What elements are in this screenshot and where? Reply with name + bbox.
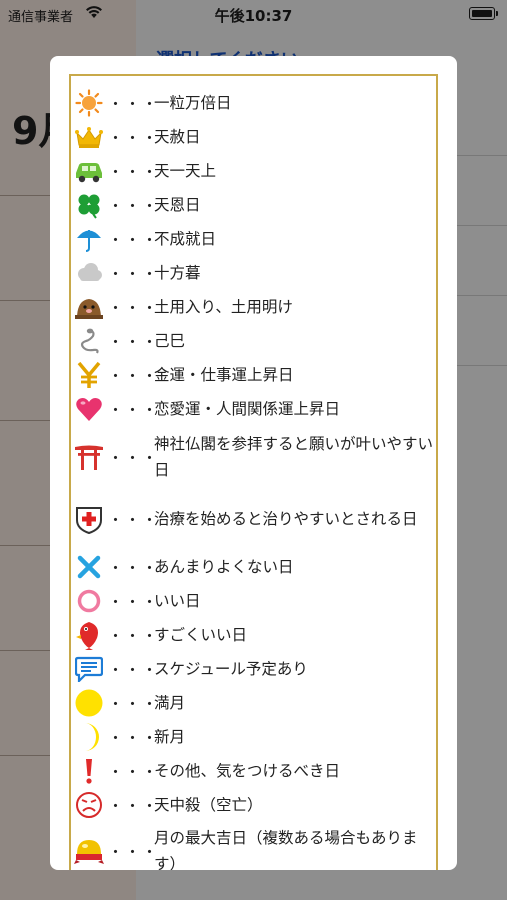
- legend-item: ・・・ あんまりよくない日: [74, 550, 444, 584]
- legend-label: 天赦日: [154, 128, 201, 146]
- legend-label: 十方暮: [154, 264, 201, 282]
- schedule-bubble-icon: [74, 654, 104, 684]
- legend-label: 満月: [154, 694, 186, 712]
- legend-list: ・・・ 一粒万倍日 ・・・ 天赦日 ・・・ 天一天上 ・・・ 天恩日 ・・・ 不…: [74, 86, 444, 870]
- legend-item: ・・・ 天赦日: [74, 120, 444, 154]
- legend-separator: ・・・: [108, 94, 160, 113]
- legend-label: 金運・仕事運上昇日: [154, 366, 294, 384]
- legend-separator: ・・・: [108, 796, 160, 815]
- legend-item: ・・・ 天一天上: [74, 154, 444, 188]
- legend-separator: ・・・: [108, 196, 160, 215]
- legend-item: ・・・ 不成就日: [74, 222, 444, 256]
- legend-separator: ・・・: [108, 298, 160, 317]
- legend-separator: ・・・: [108, 842, 160, 861]
- legend-label: 月の最大吉日（複数ある場合もあります）: [154, 829, 418, 870]
- legend-item: ・・・ 天恩日: [74, 188, 444, 222]
- crown-icon: [74, 122, 104, 152]
- legend-label: いい日: [154, 592, 201, 610]
- legend-separator: ・・・: [108, 694, 160, 713]
- legend-separator: ・・・: [108, 626, 160, 645]
- legend-label: 神社仏閣を参拝すると願いが叶いやすい日: [154, 435, 434, 479]
- legend-item: ・・・ 金運・仕事運上昇日: [74, 358, 444, 392]
- torii-icon: [74, 442, 104, 472]
- legend-label: 天一天上: [154, 162, 217, 180]
- legend-item: ・・・ 十方暮: [74, 256, 444, 290]
- legend-label: 治療を始めると治りやすいとされる日: [154, 510, 418, 528]
- car-icon: [74, 156, 104, 186]
- clover-icon: [74, 190, 104, 220]
- legend-item: ・・・ スケジュール予定あり: [74, 652, 444, 686]
- legend-label: 己巳: [154, 332, 186, 350]
- mole-icon: [74, 292, 104, 322]
- legend-separator: ・・・: [108, 162, 160, 181]
- legend-label: すごくいい日: [154, 626, 248, 644]
- legend-label: 天中殺（空亡）: [154, 796, 263, 814]
- legend-separator: ・・・: [108, 510, 160, 529]
- yen-icon: [74, 360, 104, 390]
- gold-bar-icon: [74, 836, 104, 866]
- circle-icon: [74, 586, 104, 616]
- legend-separator: ・・・: [108, 332, 160, 351]
- legend-separator: ・・・: [108, 660, 160, 679]
- full-moon-icon: [74, 688, 104, 718]
- legend-label: 新月: [154, 728, 186, 746]
- legend-separator: ・・・: [108, 230, 160, 249]
- umbrella-icon: [74, 224, 104, 254]
- legend-item: ・・・ 己巳: [74, 324, 444, 358]
- snake-icon: [74, 326, 104, 356]
- sad-face-icon: [74, 790, 104, 820]
- legend-separator: ・・・: [108, 366, 160, 385]
- legend-modal: ・・・ 一粒万倍日 ・・・ 天赦日 ・・・ 天一天上 ・・・ 天恩日 ・・・ 不…: [50, 56, 457, 870]
- legend-item: ・・・ その他、気をつけるべき日: [74, 754, 444, 788]
- legend-separator: ・・・: [108, 264, 160, 283]
- legend-item: ・・・ 満月: [74, 686, 444, 720]
- cloud-icon: [74, 258, 104, 288]
- legend-item: ・・・ 新月: [74, 720, 444, 754]
- exclamation-icon: [74, 756, 104, 786]
- sun-icon: [74, 88, 104, 118]
- legend-separator: ・・・: [108, 728, 160, 747]
- new-moon-icon: [74, 722, 104, 752]
- legend-separator: ・・・: [108, 448, 160, 467]
- legend-label: 不成就日: [154, 230, 217, 248]
- legend-separator: ・・・: [108, 592, 160, 611]
- legend-label: 土用入り、土用明け: [154, 298, 293, 316]
- legend-item: ・・・ いい日: [74, 584, 444, 618]
- legend-separator: ・・・: [108, 400, 160, 419]
- legend-item: ・・・ 月の最大吉日（複数ある場合もあります）: [74, 822, 444, 870]
- legend-label: 恋愛運・人間関係運上昇日: [154, 400, 341, 418]
- legend-label: 天恩日: [154, 196, 201, 214]
- battery-icon: [469, 7, 498, 20]
- legend-label: 一粒万倍日: [154, 94, 232, 112]
- medical-shield-icon: [74, 504, 104, 534]
- legend-item: ・・・ 恋愛運・人間関係運上昇日: [74, 392, 444, 426]
- status-time: 午後10:37: [214, 7, 293, 25]
- legend-separator: ・・・: [108, 558, 160, 577]
- legend-label: その他、気をつけるべき日: [154, 762, 341, 780]
- legend-item: ・・・ 治療を始めると治りやすいとされる日: [74, 488, 444, 550]
- legend-item: ・・・ 天中殺（空亡）: [74, 788, 444, 822]
- legend-label: スケジュール予定あり: [154, 660, 308, 678]
- status-bar: 通信事業者 午後10:37: [0, 0, 507, 30]
- heart-icon: [74, 394, 104, 424]
- legend-separator: ・・・: [108, 128, 160, 147]
- legend-item: ・・・ 一粒万倍日: [74, 86, 444, 120]
- legend-item: ・・・ すごくいい日: [74, 618, 444, 652]
- cross-icon: [74, 552, 104, 582]
- legend-separator: ・・・: [108, 762, 160, 781]
- legend-item: ・・・ 土用入り、土用明け: [74, 290, 444, 324]
- sea-bream-icon: [74, 620, 104, 650]
- legend-item: ・・・ 神社仏閣を参拝すると願いが叶いやすい日: [74, 426, 444, 488]
- legend-label: あんまりよくない日: [154, 558, 294, 576]
